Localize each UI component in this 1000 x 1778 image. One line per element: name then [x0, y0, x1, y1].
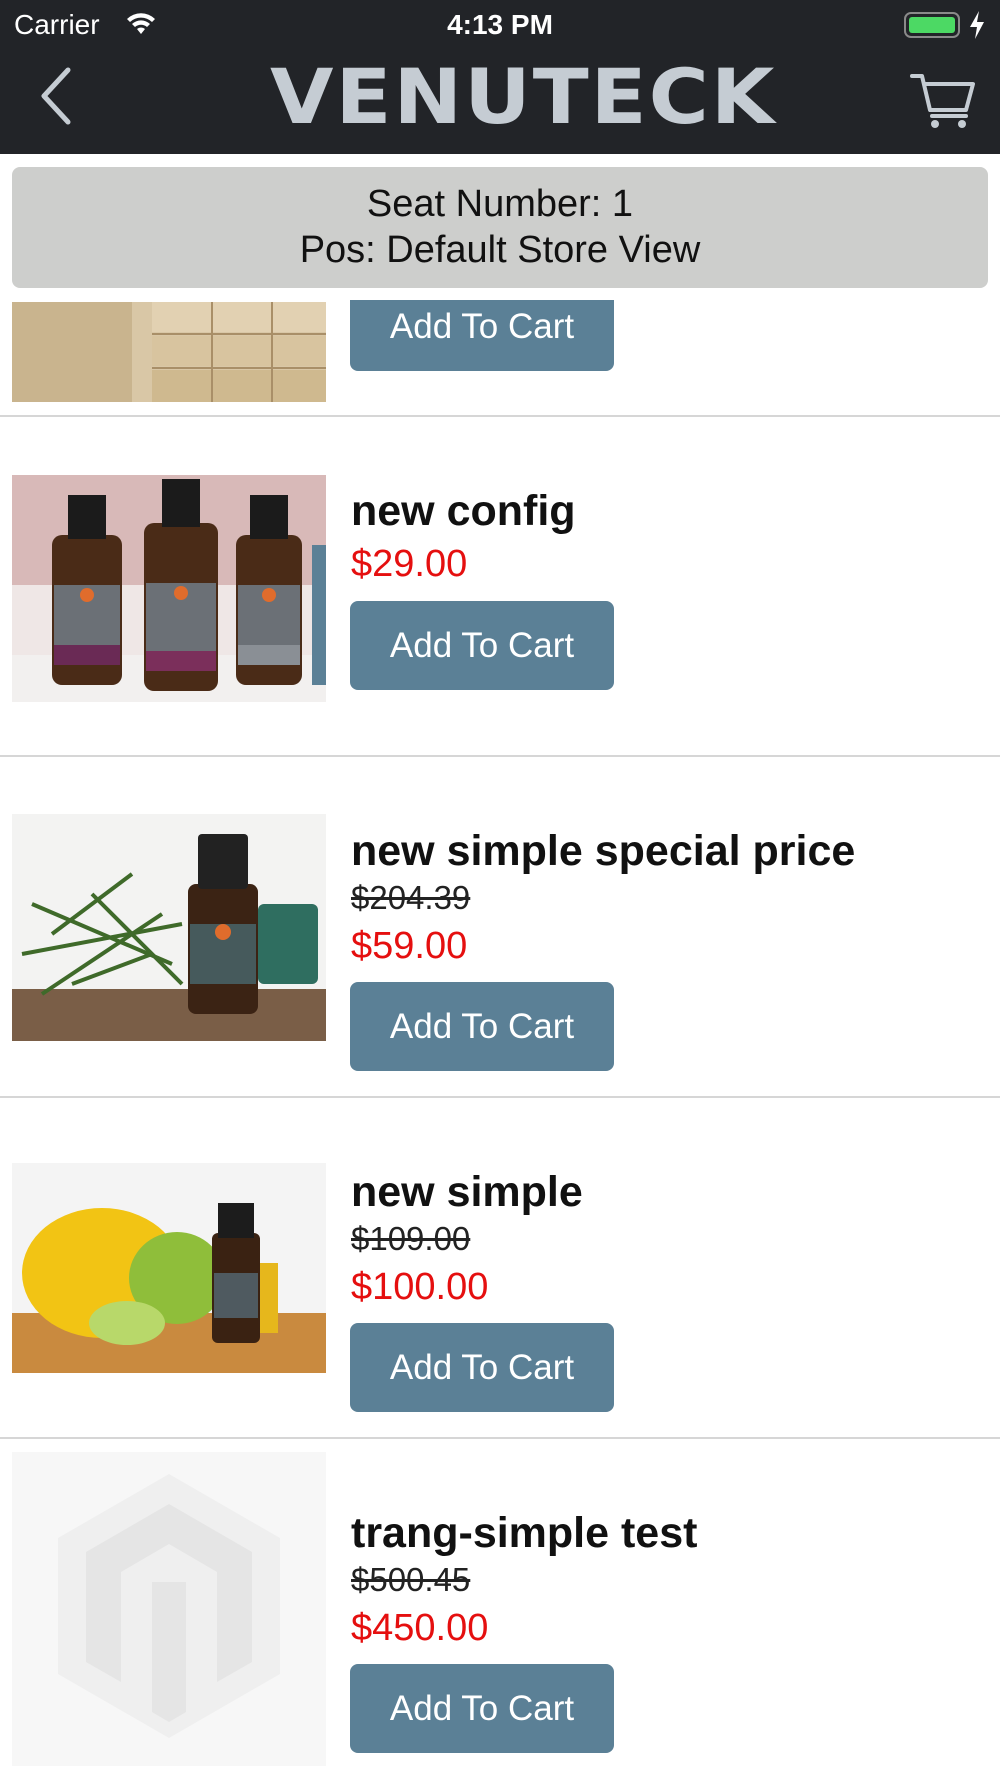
top-bar: Carrier 4:13 PM VENUTECK: [0, 0, 1000, 154]
rosemary-oil-photo: [12, 814, 326, 1041]
pos-label: Pos: Default Store View: [299, 229, 701, 271]
placeholder-logo: [12, 1452, 326, 1766]
product-old-price: $204.39: [351, 879, 471, 916]
product-row: new config $29.00 Add To Cart: [0, 417, 1000, 757]
product-price: $450.00: [351, 1607, 489, 1649]
add-to-cart-button[interactable]: Add To Cart: [350, 1664, 614, 1753]
product-row: Add To Cart: [0, 300, 1000, 418]
status-time: 4:13 PM: [447, 9, 553, 40]
product-name: trang-simple test: [351, 1509, 698, 1557]
add-to-cart-button[interactable]: Add To Cart: [350, 601, 614, 690]
seat-number-label: Seat Number: 1: [366, 183, 634, 225]
product-name: new simple: [351, 1168, 583, 1216]
chevron-left-icon[interactable]: [34, 64, 78, 128]
product-name: new config: [351, 487, 576, 535]
seat-info-banner: Seat Number: 1 Pos: Default Store View: [12, 167, 988, 288]
product-row: new simple $109.00 $100.00 Add To Cart: [0, 1098, 1000, 1438]
add-to-cart-button[interactable]: Add To Cart: [350, 982, 614, 1071]
wood-blocks-photo: [12, 302, 326, 402]
product-name: new simple special price: [351, 827, 856, 875]
brand-logo: VENUTECK: [270, 53, 777, 142]
add-to-cart-button[interactable]: Add To Cart: [350, 1323, 614, 1412]
product-price: $29.00: [351, 543, 468, 585]
shopping-cart-icon[interactable]: [910, 70, 976, 130]
product-list[interactable]: Add To Cart new config $29.00 Add To Car…: [0, 300, 1000, 1778]
soil-oil-bottles-photo: [12, 475, 326, 702]
product-old-price: $500.45: [351, 1561, 471, 1598]
charging-icon: [970, 11, 984, 39]
product-price: $100.00: [351, 1266, 489, 1308]
lemon-oil-photo: [12, 1163, 326, 1373]
product-price: $59.00: [351, 925, 468, 967]
add-to-cart-button[interactable]: Add To Cart: [350, 300, 614, 371]
battery-icon: [904, 12, 960, 38]
product-old-price: $109.00: [351, 1220, 471, 1257]
product-row: trang-simple test $500.45 $450.00 Add To…: [0, 1439, 1000, 1778]
status-bar: Carrier 4:13 PM: [0, 0, 1000, 50]
product-row: new simple special price $204.39 $59.00 …: [0, 757, 1000, 1097]
